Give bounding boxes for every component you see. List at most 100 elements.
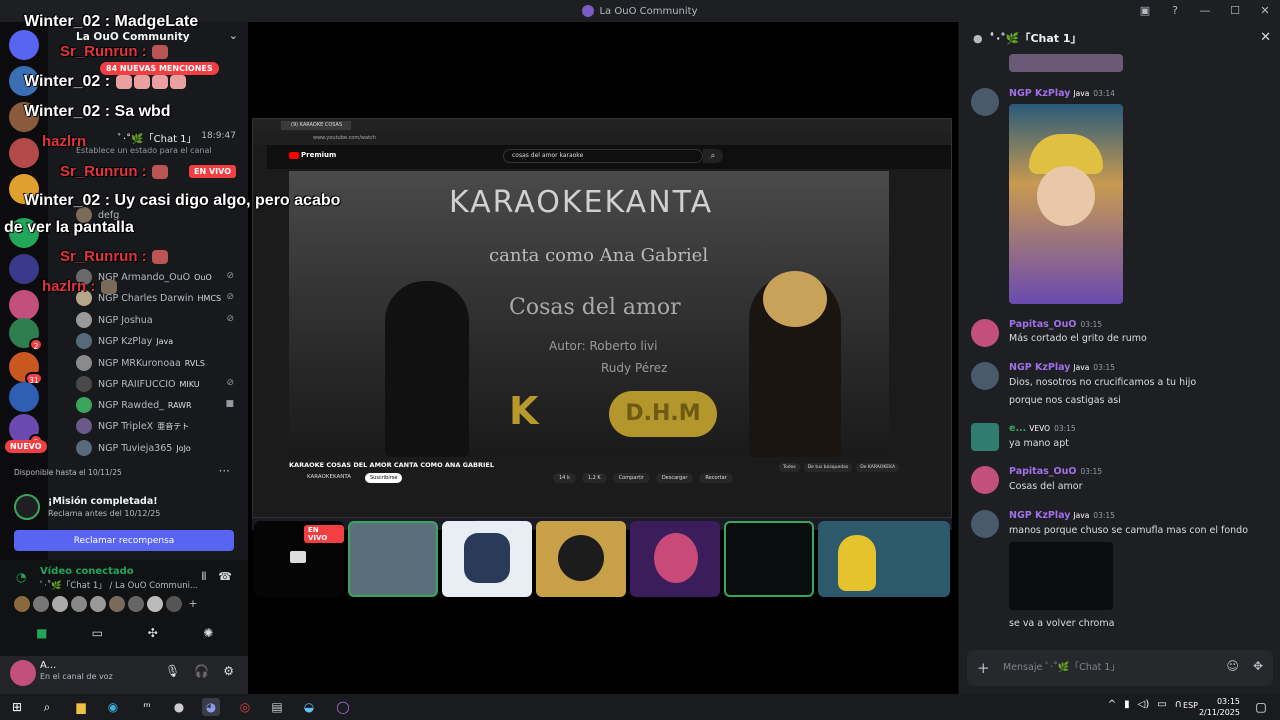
camera-toggle-button[interactable]: ■ bbox=[22, 622, 62, 644]
server-icon[interactable]: 2 bbox=[9, 318, 43, 351]
participant-tile[interactable] bbox=[442, 521, 532, 597]
close-window-button[interactable]: ✕ bbox=[1258, 3, 1272, 17]
voice-location[interactable]: ﾟ·˚🌿「Chat 1」 / La OuO Communi... bbox=[40, 579, 198, 591]
soundboard-button[interactable]: ✺ bbox=[188, 622, 228, 644]
noise-suppression-icon[interactable]: ⫴ bbox=[202, 570, 207, 584]
avatar[interactable] bbox=[971, 319, 999, 347]
app-icon[interactable]: ◎ bbox=[236, 698, 254, 716]
message-author[interactable]: NGP KzPlay Java 03:15 bbox=[1009, 362, 1115, 373]
help-icon[interactable]: ? bbox=[1168, 3, 1182, 17]
channel-status[interactable]: Establece un estado para el canal bbox=[76, 146, 212, 155]
server-icon[interactable] bbox=[9, 30, 39, 60]
voice-member[interactable]: NGP MRKuronoaa RVLS bbox=[76, 353, 244, 373]
voice-status[interactable]: Vídeo conectado bbox=[40, 566, 134, 577]
inbox-icon[interactable]: ▣ bbox=[1138, 3, 1152, 17]
avatar[interactable] bbox=[109, 596, 125, 612]
maximize-button[interactable]: ☐ bbox=[1228, 3, 1242, 17]
message-author[interactable]: NGP KzPlay Java 03:14 bbox=[1009, 88, 1115, 99]
participant-tile[interactable] bbox=[536, 521, 626, 597]
avatar bbox=[76, 418, 92, 434]
voice-member[interactable]: NGP Rawded_ RAWR ■ bbox=[76, 395, 244, 415]
close-icon[interactable]: ✕ bbox=[1260, 30, 1271, 45]
image-attachment[interactable] bbox=[1009, 542, 1113, 610]
app-icon[interactable]: ▤ bbox=[268, 698, 286, 716]
avatar[interactable] bbox=[971, 466, 999, 494]
avatar[interactable] bbox=[166, 596, 182, 612]
file-explorer-icon[interactable]: ▆ bbox=[72, 698, 90, 716]
voice-member[interactable]: NGP TripleX 亜音テト bbox=[76, 416, 244, 436]
add-attachment-icon[interactable]: + bbox=[977, 659, 990, 677]
mic-icon[interactable]: ▮ bbox=[1124, 699, 1130, 710]
activities-button[interactable]: ✣ bbox=[133, 622, 173, 644]
language-indicator[interactable]: ESP bbox=[1183, 701, 1198, 710]
server-icon[interactable] bbox=[9, 382, 39, 412]
mic-icon[interactable]: 🎙 bbox=[165, 664, 180, 678]
notifications-icon[interactable]: ▢ bbox=[1252, 698, 1270, 716]
volume-icon[interactable]: ◁) bbox=[1138, 699, 1150, 710]
image-attachment[interactable] bbox=[1009, 104, 1123, 304]
disconnect-icon[interactable]: ☎ bbox=[218, 570, 232, 584]
more-options-icon[interactable]: ··· bbox=[219, 464, 230, 478]
avatar[interactable] bbox=[971, 362, 999, 390]
chevron-up-icon[interactable]: ^ bbox=[1108, 699, 1116, 710]
message-author[interactable]: NGP KzPlay Java 03:15 bbox=[1009, 510, 1115, 521]
screen-share-button[interactable]: ▭ bbox=[77, 622, 117, 644]
message-author[interactable]: e... VEVO 03:15 bbox=[1009, 423, 1076, 434]
discord-icon[interactable]: ◕ bbox=[202, 698, 220, 716]
message-author[interactable]: Papitas_OuO 03:15 bbox=[1009, 319, 1102, 330]
app-icon[interactable]: ◯ bbox=[334, 698, 352, 716]
user-tag: Java bbox=[1073, 511, 1090, 520]
server-icon[interactable] bbox=[9, 138, 39, 168]
voice-member[interactable]: NGP RAIIFUCCIO MIKU ⊘ bbox=[76, 374, 244, 394]
claim-reward-button[interactable]: Reclamar recompensa bbox=[14, 530, 234, 551]
overlay-user: Sr_Runrun bbox=[60, 163, 138, 180]
chevron-down-icon[interactable]: ⌄ bbox=[229, 29, 238, 42]
image-attachment[interactable] bbox=[1009, 54, 1123, 72]
app-icon[interactable]: ● bbox=[170, 698, 188, 716]
add-icon[interactable]: + bbox=[185, 596, 201, 612]
participant-tile[interactable] bbox=[818, 521, 950, 597]
headphones-icon[interactable]: 🎧 bbox=[194, 664, 209, 678]
signal-icon[interactable]: ◔ bbox=[16, 570, 26, 584]
minimize-button[interactable]: — bbox=[1198, 3, 1212, 17]
avatar[interactable] bbox=[52, 596, 68, 612]
network-icon[interactable]: ▭ bbox=[1157, 699, 1166, 710]
clock[interactable]: 03:15 2/11/2025 bbox=[1199, 696, 1240, 718]
headset-icon[interactable]: ∩ bbox=[1175, 699, 1182, 710]
dhm-logo: D.H.M bbox=[609, 391, 717, 437]
message-author[interactable]: Papitas_OuO 03:15 bbox=[1009, 466, 1102, 477]
avatar[interactable] bbox=[147, 596, 163, 612]
avatar[interactable] bbox=[971, 423, 999, 451]
emote bbox=[151, 74, 168, 89]
avatar bbox=[838, 535, 876, 591]
user-name[interactable]: A... bbox=[40, 660, 56, 671]
avatar[interactable] bbox=[14, 596, 30, 612]
avatar[interactable] bbox=[128, 596, 144, 612]
user-avatar[interactable] bbox=[10, 660, 36, 686]
stream-view[interactable]: (9) KARAOKE COSAS www.youtube.com/watch … bbox=[248, 22, 956, 694]
participant-tile[interactable] bbox=[630, 521, 720, 597]
emoji-icon[interactable]: ☺ bbox=[1226, 659, 1239, 673]
apps-icon[interactable]: ✥ bbox=[1253, 659, 1263, 673]
server-icon[interactable] bbox=[9, 254, 39, 284]
voice-member[interactable]: NGP Joshua ⊘ bbox=[76, 310, 244, 330]
participant-tile[interactable] bbox=[348, 521, 438, 597]
avatar[interactable] bbox=[971, 510, 999, 538]
steam-icon[interactable]: ◒ bbox=[300, 698, 318, 716]
server-icon[interactable] bbox=[9, 290, 39, 320]
avatar[interactable] bbox=[71, 596, 87, 612]
message-input[interactable] bbox=[1003, 658, 1203, 676]
avatar[interactable] bbox=[90, 596, 106, 612]
settings-gear-icon[interactable]: ⚙ bbox=[223, 664, 234, 678]
avatar[interactable] bbox=[971, 88, 999, 116]
voice-member[interactable]: NGP Tuvieja365 JoJo bbox=[76, 438, 244, 458]
edge-icon[interactable]: ◉ bbox=[104, 698, 122, 716]
voice-member[interactable]: NGP KzPlay Java bbox=[76, 331, 244, 351]
search-icon[interactable]: ⌕ bbox=[38, 698, 56, 716]
app-icon[interactable]: ᵐ bbox=[138, 698, 156, 716]
windows-start-icon[interactable]: ⊞ bbox=[8, 698, 26, 716]
server-icon[interactable]: 31 bbox=[9, 352, 43, 385]
participant-tile[interactable]: EN VIVO bbox=[254, 521, 344, 597]
participant-tile[interactable] bbox=[724, 521, 814, 597]
avatar[interactable] bbox=[33, 596, 49, 612]
